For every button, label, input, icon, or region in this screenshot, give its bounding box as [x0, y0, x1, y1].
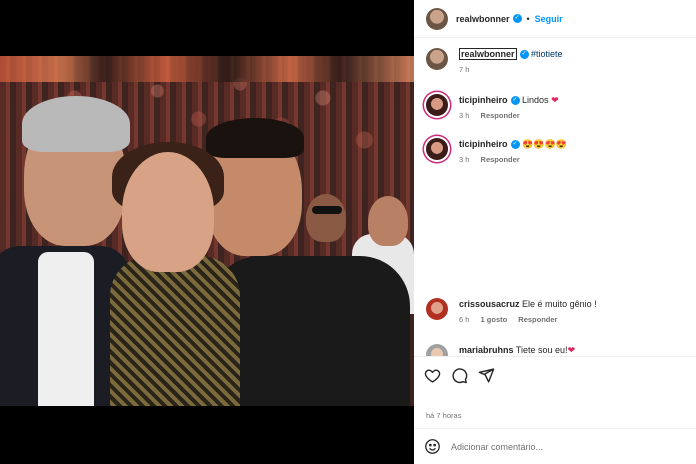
- comment-username[interactable]: mariabruhns: [459, 345, 514, 355]
- comment-input[interactable]: Adicionar comentário...: [451, 442, 543, 452]
- post-media: [0, 0, 414, 464]
- comment-username[interactable]: ticipinheiro: [459, 139, 508, 149]
- reply-button[interactable]: Responder: [481, 155, 520, 164]
- caption-hashtag[interactable]: #tiotiete: [531, 49, 563, 59]
- emoji-icon[interactable]: [424, 438, 441, 455]
- comment-username[interactable]: crissousacruz: [459, 299, 520, 309]
- comment-row: ticipinheiro ✓ Lindos ❤ 3 h Responder: [426, 94, 688, 120]
- post-sidebar: realwbonner ✓ • Seguir realwbonner ✓ #tio…: [414, 0, 696, 464]
- stage-lights: [0, 56, 414, 82]
- background-person-head: [306, 194, 346, 242]
- author-username[interactable]: realwbonner: [456, 14, 510, 24]
- man-left-shirt: [38, 252, 94, 406]
- heart-emoji: ❤: [567, 345, 576, 355]
- verified-icon: ✓: [510, 96, 520, 106]
- heart-emoji: ❤: [551, 95, 559, 105]
- woman-dress: [110, 256, 240, 406]
- verified-icon: ✓: [512, 14, 522, 23]
- comment-row: mariabruhns Tiete sou eu!❤: [426, 344, 688, 356]
- comment-time: 6 h: [459, 315, 470, 324]
- comment-text: Tiete sou eu!: [515, 345, 568, 355]
- woman-head: [122, 152, 214, 272]
- comment-likes[interactable]: 1 gosto: [481, 315, 508, 324]
- author-avatar[interactable]: [426, 7, 448, 30]
- heart-eyes-emoji: 😍😍😍😍: [522, 139, 567, 149]
- follow-button[interactable]: Seguir: [535, 14, 563, 24]
- commenter-avatar[interactable]: [426, 344, 448, 356]
- comment-bar: Adicionar comentário...: [414, 428, 696, 464]
- verified-icon: ✓: [519, 50, 529, 60]
- man-left-hair: [22, 96, 130, 152]
- sunglasses: [312, 206, 342, 214]
- comment-text: Lindos: [522, 95, 549, 105]
- commenter-avatar[interactable]: [426, 138, 448, 160]
- separator-dot: •: [526, 13, 530, 24]
- comment-row: ticipinheiro ✓ 😍😍😍😍 3 h Responder: [426, 138, 688, 164]
- commenter-avatar[interactable]: [426, 298, 448, 320]
- comments-list[interactable]: realwbonner ✓ #tiotiete 7 h ticipinheiro ✓…: [414, 38, 696, 356]
- caption-time: 7 h: [459, 65, 470, 74]
- caption-username[interactable]: realwbonner: [459, 48, 517, 60]
- background-person-head: [368, 196, 408, 246]
- post-timestamp: há 7 horas: [426, 411, 462, 420]
- comment-time: 3 h: [459, 155, 470, 164]
- man-right-body: [210, 256, 410, 406]
- author-avatar[interactable]: [426, 48, 448, 70]
- commenter-avatar[interactable]: [426, 94, 448, 116]
- comment-row: crissousacruz Ele é muito gênio ! 6 h 1 …: [426, 298, 688, 324]
- comment-time: 3 h: [459, 111, 470, 120]
- post-header: realwbonner ✓ • Seguir: [414, 0, 696, 38]
- comment-username[interactable]: ticipinheiro: [459, 95, 508, 105]
- caption-row: realwbonner ✓ #tiotiete 7 h: [426, 48, 688, 74]
- comment-icon[interactable]: [451, 367, 468, 384]
- reply-button[interactable]: Responder: [481, 111, 520, 120]
- heart-icon[interactable]: [424, 367, 441, 384]
- post-photo[interactable]: [0, 56, 414, 406]
- reply-button[interactable]: Responder: [518, 315, 557, 324]
- verified-icon: ✓: [510, 140, 520, 150]
- share-icon[interactable]: [478, 367, 495, 384]
- comment-text: Ele é muito gênio !: [522, 299, 597, 309]
- man-right-hair: [206, 118, 304, 158]
